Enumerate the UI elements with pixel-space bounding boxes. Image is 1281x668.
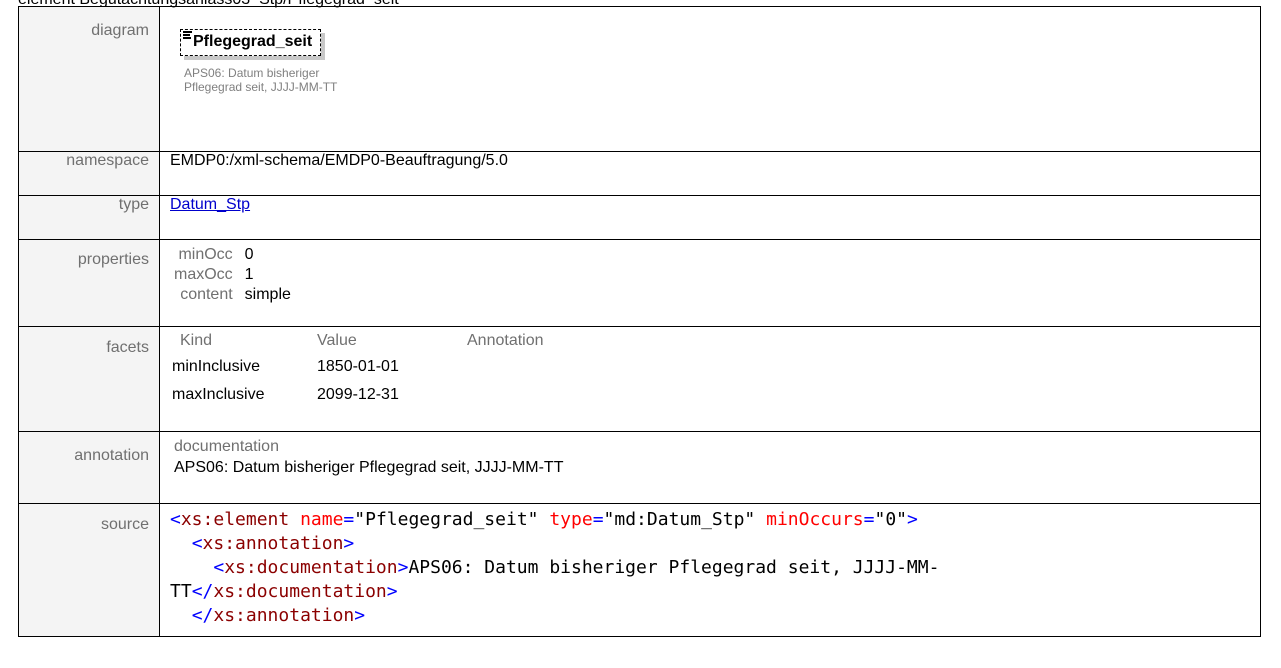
diagram-row: diagram Pflegegrad_seit APS06: Datum bis… — [18, 6, 1261, 152]
row-label-namespace: namespace — [18, 151, 160, 196]
xml-tag: xs:element — [180, 509, 290, 530]
source-code: <xs:element name="Pflegegrad_seit" type=… — [170, 509, 940, 626]
row-label-type: type — [18, 195, 160, 240]
facets-cell: Kind Value Annotation minInclusive 1850-… — [159, 326, 1261, 432]
facets-header-row: Kind Value Annotation — [172, 331, 544, 353]
facet-row: minInclusive 1850-01-01 — [172, 353, 544, 381]
xml-attr: type — [549, 509, 593, 530]
property-value: 1 — [244, 266, 254, 283]
diagram-caption-line-2: Pflegegrad seit, JJJJ-MM-TT — [184, 80, 338, 94]
namespace-row: namespace EMDP0:/xml-schema/EMDP0-Beauft… — [18, 151, 1261, 196]
facet-value: 1850-01-01 — [317, 358, 399, 375]
element-diagram-box[interactable]: Pflegegrad_seit — [180, 29, 322, 56]
property-value: simple — [244, 286, 291, 303]
properties-row: properties minOcc 0 maxOcc 1 content sim… — [18, 239, 1261, 327]
source-cell: <xs:element name="Pflegegrad_seit" type=… — [159, 503, 1261, 637]
diagram-cell: Pflegegrad_seit APS06: Datum bisheriger … — [159, 6, 1261, 152]
facet-value: 2099-12-31 — [317, 386, 399, 403]
facets-header-annotation: Annotation — [467, 332, 544, 349]
xml-attr-value: "Pflegegrad_seit" — [354, 509, 539, 530]
xml-tag: xs:documentation — [213, 581, 387, 602]
documentation-icon — [183, 31, 192, 40]
property-row: minOcc 0 — [174, 245, 291, 265]
type-link[interactable]: Datum_Stp — [170, 196, 250, 213]
property-key: content — [180, 286, 233, 303]
xml-attr: minOccurs — [766, 509, 864, 530]
xml-text: APS06: Datum bisheriger Pflegegrad seit,… — [408, 557, 940, 578]
diagram-element-name: Pflegegrad_seit — [193, 33, 313, 50]
row-label-properties: properties — [18, 239, 160, 327]
annotation-cell: documentation APS06: Datum bisheriger Pf… — [159, 431, 1261, 504]
annotation-row: annotation documentation APS06: Datum bi… — [18, 431, 1261, 504]
xml-tag: xs:documentation — [224, 557, 398, 578]
xml-attr: name — [300, 509, 344, 530]
properties-table: minOcc 0 maxOcc 1 content simple — [174, 245, 291, 305]
namespace-value: EMDP0:/xml-schema/EMDP0-Beauftragung/5.0 — [159, 151, 1261, 196]
facets-header-kind: Kind — [180, 332, 213, 349]
facets-header-value: Value — [317, 332, 357, 349]
xml-attr-value: "0" — [874, 509, 908, 530]
row-label-annotation: annotation — [18, 431, 160, 504]
property-row: content simple — [174, 285, 291, 305]
row-label-diagram: diagram — [18, 6, 160, 152]
annotation-doc-text: APS06: Datum bisheriger Pflegegrad seit,… — [174, 459, 564, 476]
diagram-caption: APS06: Datum bisheriger Pflegegrad seit,… — [184, 66, 344, 94]
xml-attr-value: "md:Datum_Stp" — [603, 509, 756, 530]
xml-tag: xs:annotation — [202, 533, 344, 554]
facet-row: maxInclusive 2099-12-31 — [172, 381, 544, 409]
xml-text: TT — [170, 581, 192, 602]
facet-kind: maxInclusive — [172, 386, 265, 403]
property-value: 0 — [244, 246, 254, 263]
facet-annotation — [467, 353, 544, 381]
row-label-facets: facets — [18, 326, 160, 432]
type-cell: Datum_Stp — [159, 195, 1261, 240]
row-label-source: source — [18, 503, 160, 637]
facet-annotation — [467, 381, 544, 409]
source-row: source <xs:element name="Pflegegrad_seit… — [18, 503, 1261, 637]
facet-kind: minInclusive — [172, 358, 261, 375]
facets-table: Kind Value Annotation minInclusive 1850-… — [172, 331, 544, 409]
annotation-doc-label: documentation — [174, 438, 279, 455]
facets-row: facets Kind Value Annotation minInclusiv… — [18, 326, 1261, 432]
diagram-caption-line-1: APS06: Datum bisheriger — [184, 66, 320, 80]
type-row: type Datum_Stp — [18, 195, 1261, 240]
property-key: minOcc — [178, 246, 233, 263]
property-row: maxOcc 1 — [174, 265, 291, 285]
property-key: maxOcc — [174, 266, 233, 283]
properties-cell: minOcc 0 maxOcc 1 content simple — [159, 239, 1261, 327]
xml-tag: xs:annotation — [213, 605, 355, 626]
element-doc-table: diagram Pflegegrad_seit APS06: Datum bis… — [18, 6, 1261, 637]
